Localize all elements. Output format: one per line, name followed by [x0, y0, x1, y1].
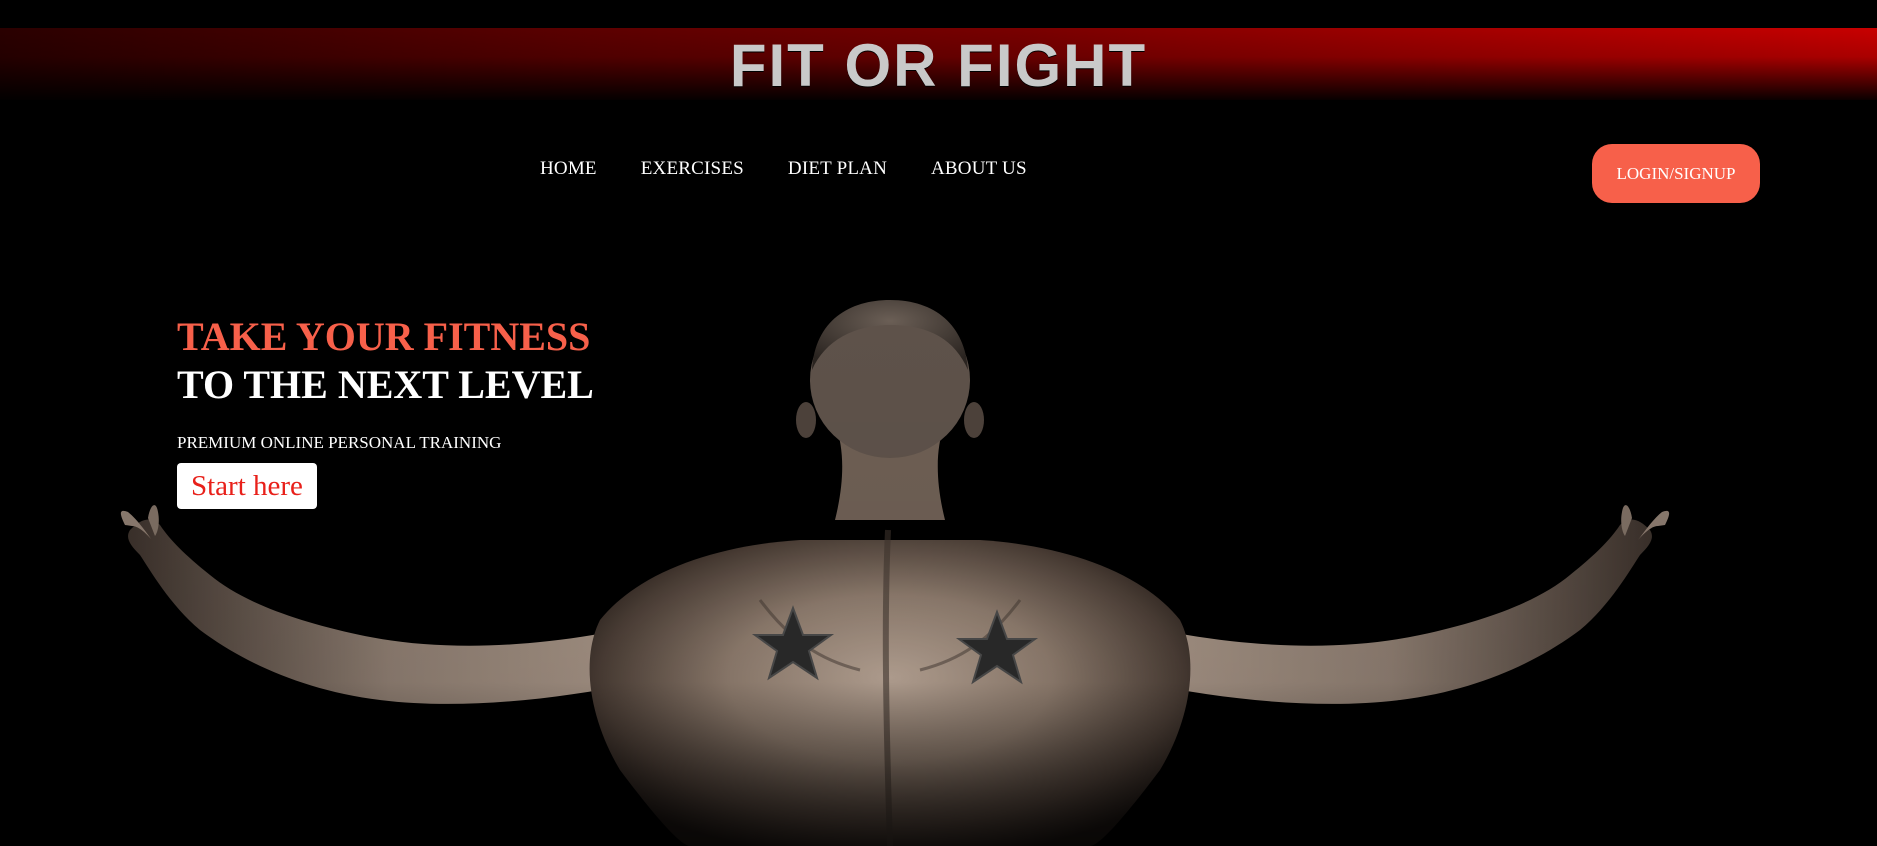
hero-headline-line2: TO THE NEXT LEVEL [177, 362, 594, 407]
hero-headline-line1: TAKE YOUR FITNESS [177, 314, 591, 359]
nav-exercises[interactable]: EXERCISES [641, 158, 744, 180]
main-nav: HOME EXERCISES DIET PLAN ABOUT US [540, 158, 1027, 180]
hero-subtitle: PREMIUM ONLINE PERSONAL TRAINING [177, 433, 502, 452]
hero-text: TAKE YOUR FITNESS TO THE NEXT LEVEL PREM… [177, 313, 594, 509]
site-logo[interactable]: FIT OR FIGHT [0, 30, 1877, 102]
landing-page: FIT OR FIGHT HOME EXERCISES DIET PLAN AB… [0, 0, 1877, 846]
start-here-button[interactable]: Start here [177, 463, 317, 509]
nav-diet-plan[interactable]: DIET PLAN [788, 158, 887, 180]
login-signup-button[interactable]: LOGIN/SIGNUP [1592, 144, 1760, 203]
top-strip [0, 0, 1877, 28]
nav-home[interactable]: HOME [540, 158, 597, 180]
nav-about-us[interactable]: ABOUT US [931, 158, 1027, 180]
